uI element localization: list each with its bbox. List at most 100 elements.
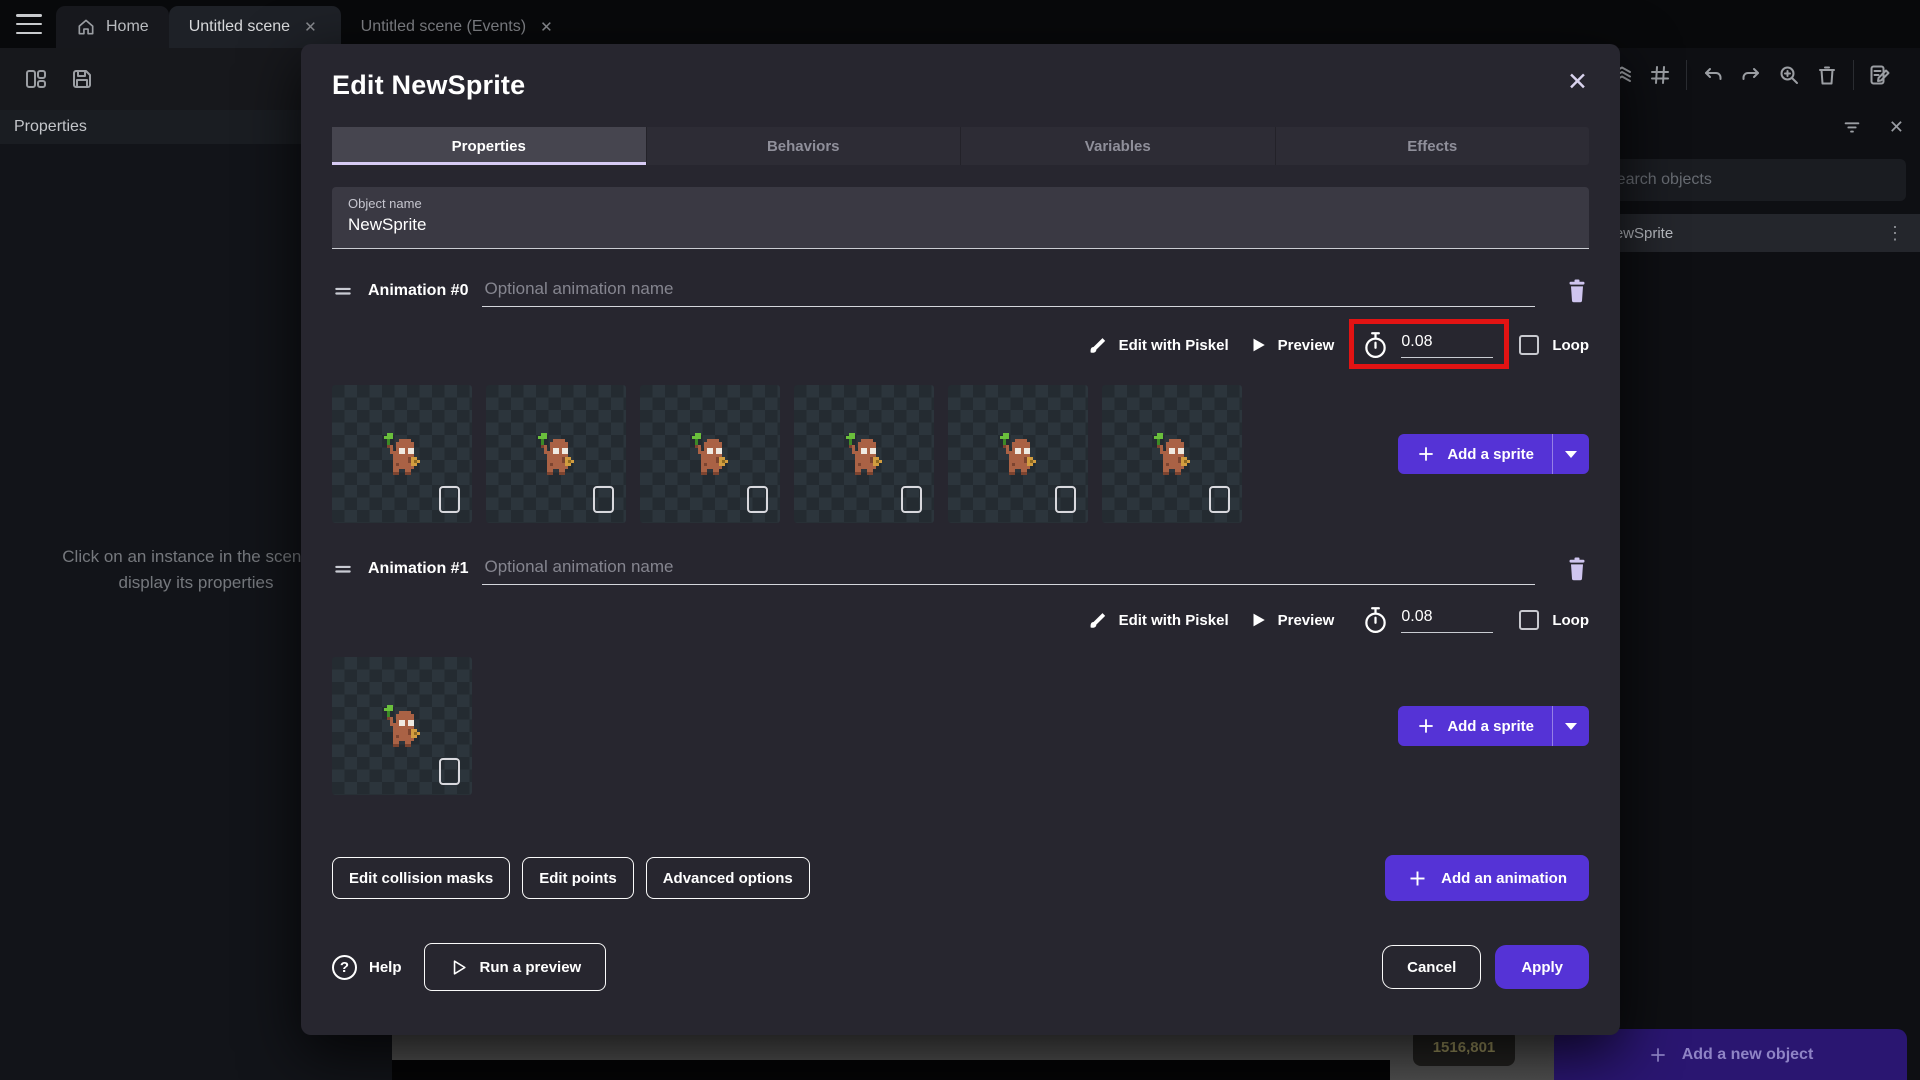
add-animation-button[interactable]: Add an animation: [1385, 855, 1589, 901]
frame-select-checkbox[interactable]: [1055, 486, 1076, 513]
objects-panel: [1576, 48, 1920, 1080]
tab-properties[interactable]: Properties: [332, 127, 646, 165]
animation-1-header: Animation #1: [332, 553, 1589, 585]
add-sprite-button[interactable]: Add a sprite: [1398, 706, 1589, 746]
redo-icon[interactable]: [1739, 63, 1763, 87]
cancel-button[interactable]: Cancel: [1382, 945, 1482, 989]
tab-effects[interactable]: Effects: [1274, 127, 1590, 165]
zoom-in-icon[interactable]: [1777, 63, 1801, 87]
add-sprite-button[interactable]: Add a sprite: [1398, 434, 1589, 474]
animation-0-frames: Add a sprite: [332, 385, 1589, 523]
loop-label: Loop: [1552, 336, 1589, 354]
tab-untitled-scene-events[interactable]: Untitled scene (Events) ✕: [341, 6, 577, 48]
object-name-input[interactable]: [348, 215, 1573, 235]
loop-label: Loop: [1552, 611, 1589, 629]
question-icon: ?: [332, 954, 357, 980]
tab-home[interactable]: Home: [56, 6, 169, 48]
grid-icon[interactable]: [1648, 63, 1672, 87]
tab-behaviors[interactable]: Behaviors: [645, 127, 961, 165]
frame-select-checkbox[interactable]: [1209, 486, 1230, 513]
tab-untitled-scene[interactable]: Untitled scene ✕: [168, 6, 341, 48]
add-new-object-button[interactable]: Add a new object: [1554, 1029, 1907, 1080]
sprite-image: [538, 433, 574, 475]
filter-icon[interactable]: [1841, 116, 1863, 138]
sprite-image: [384, 433, 420, 475]
time-between-frames-input[interactable]: [1401, 332, 1494, 358]
sprite-image: [1000, 433, 1036, 475]
frame-select-checkbox[interactable]: [439, 758, 460, 785]
trash-icon[interactable]: [1815, 63, 1839, 87]
dialog-title: Edit NewSprite: [332, 70, 526, 100]
run-preview-button[interactable]: Run a preview: [423, 943, 607, 991]
edit-points-button[interactable]: Edit points: [522, 857, 634, 899]
plus-icon: [1419, 719, 1433, 733]
delete-animation-button[interactable]: [1565, 555, 1589, 583]
tab-variables[interactable]: Variables: [960, 127, 1275, 165]
sprite-frame-thumbnail[interactable]: [794, 385, 934, 523]
top-bar: Home Untitled scene ✕ Untitled scene (Ev…: [0, 0, 1920, 48]
apply-button[interactable]: Apply: [1495, 945, 1589, 989]
edit-with-piskel-button[interactable]: Edit with Piskel: [1078, 327, 1239, 363]
sprite-frame-thumbnail[interactable]: [640, 385, 780, 523]
animation-label: Animation #1: [368, 560, 469, 577]
animation-1-tools: Edit with Piskel Preview Loop: [332, 597, 1589, 643]
frame-select-checkbox[interactable]: [901, 486, 922, 513]
play-outline-icon: [453, 959, 466, 975]
animation-name-input[interactable]: [482, 275, 1535, 307]
tab-home-label: Home: [106, 18, 149, 35]
scene-toolbar: [1610, 60, 1892, 90]
animation-name-input[interactable]: [482, 553, 1535, 585]
edit-with-piskel-button[interactable]: Edit with Piskel: [1078, 602, 1239, 638]
add-sprite-dropdown-caret[interactable]: [1553, 450, 1589, 458]
brush-icon: [1090, 338, 1105, 353]
edit-collision-masks-button[interactable]: Edit collision masks: [332, 857, 511, 899]
add-sprite-dropdown-caret[interactable]: [1553, 722, 1589, 730]
hamburger-menu-icon[interactable]: [16, 14, 42, 34]
close-tab-icon[interactable]: ✕: [536, 16, 557, 38]
object-name-field[interactable]: Object name: [332, 187, 1589, 249]
drag-handle-icon[interactable]: [332, 281, 354, 301]
sprite-frame-thumbnail[interactable]: [486, 385, 626, 523]
animation-0-header: Animation #0: [332, 275, 1589, 307]
scene-bottom-bar: [392, 1060, 1390, 1080]
play-icon: [1253, 613, 1265, 627]
plus-icon: [1651, 1047, 1665, 1062]
close-panel-icon[interactable]: ✕: [1889, 117, 1904, 138]
search-objects-box[interactable]: [1592, 159, 1906, 201]
close-tab-icon[interactable]: ✕: [300, 16, 321, 38]
drag-handle-icon[interactable]: [332, 559, 354, 579]
delete-animation-button[interactable]: [1565, 277, 1589, 305]
frame-select-checkbox[interactable]: [747, 486, 768, 513]
object-menu-dots-icon[interactable]: ⋮: [1886, 223, 1920, 244]
sprite-frame-thumbnail[interactable]: [332, 385, 472, 523]
time-between-frames-field[interactable]: [1349, 318, 1510, 369]
object-list-item[interactable]: NewSprite ⋮: [1576, 214, 1920, 252]
undo-icon[interactable]: [1701, 63, 1725, 87]
tab-events-label: Untitled scene (Events): [360, 18, 527, 35]
layout-panels-icon[interactable]: [24, 67, 48, 91]
preview-button[interactable]: Preview: [1239, 603, 1345, 637]
frame-select-checkbox[interactable]: [439, 486, 460, 513]
sprite-frame-thumbnail[interactable]: [1102, 385, 1242, 523]
edit-sprite-dialog: Edit NewSprite ✕ Properties Behaviors Va…: [301, 44, 1620, 1035]
search-objects-input[interactable]: [1592, 171, 1906, 189]
loop-checkbox[interactable]: [1519, 610, 1540, 630]
sprite-image: [384, 705, 420, 747]
plus-icon: [1410, 871, 1425, 885]
plus-icon: [1419, 447, 1433, 461]
stopwatch-icon: [1365, 331, 1387, 358]
dialog-close-icon[interactable]: ✕: [1567, 70, 1588, 95]
advanced-options-button[interactable]: Advanced options: [645, 857, 810, 899]
edit-notebook-icon[interactable]: [1868, 63, 1892, 87]
brush-icon: [1090, 613, 1105, 628]
frame-select-checkbox[interactable]: [593, 486, 614, 513]
loop-checkbox[interactable]: [1519, 335, 1540, 355]
sprite-frame-thumbnail[interactable]: [948, 385, 1088, 523]
object-name-label: Object name: [348, 196, 422, 211]
preview-button[interactable]: Preview: [1239, 328, 1345, 362]
help-button[interactable]: ? Help: [332, 954, 402, 980]
save-icon[interactable]: [70, 67, 94, 91]
sprite-frame-thumbnail[interactable]: [332, 657, 472, 795]
time-between-frames-input[interactable]: [1401, 607, 1494, 633]
time-between-frames-field[interactable]: [1362, 606, 1494, 635]
